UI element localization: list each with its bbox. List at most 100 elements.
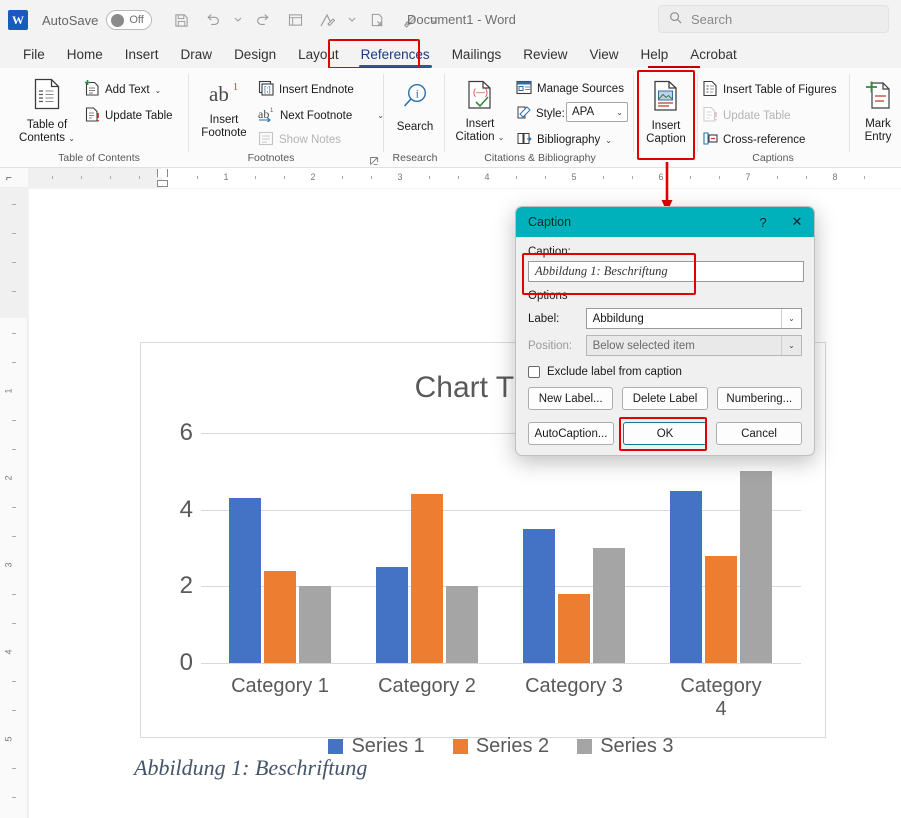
label-row: Label: Abbildung ⌄ [528, 308, 802, 329]
dialog-buttons-row-1: New Label... Delete Label Numbering... [528, 387, 802, 410]
track-changes-dropdown-icon[interactable] [344, 6, 360, 34]
update-table-toc-button[interactable]: Update Table [84, 106, 173, 126]
chevron-down-icon: ⌄ [377, 111, 384, 120]
citation-style-row: Style: [516, 105, 565, 123]
bar-s1-c2[interactable] [376, 567, 408, 663]
mark-entry-button[interactable]: Mark Entry [856, 80, 900, 144]
undo-dropdown-icon[interactable] [230, 6, 246, 34]
insert-table-of-figures-button[interactable]: Insert Table of Figures [702, 80, 837, 99]
word-window: W AutoSave Off Document1 - Word Search F… [0, 0, 901, 818]
next-footnote-button[interactable]: ab 1 Next Footnote ⌄ [258, 106, 384, 125]
search-box[interactable]: Search [658, 5, 889, 33]
add-text-button[interactable]: Add Text ⌄ [84, 80, 161, 100]
tab-insert[interactable]: Insert [114, 43, 170, 66]
bar-s1-c3[interactable] [523, 528, 555, 663]
insert-citation-icon: (—) [467, 80, 493, 114]
tab-home[interactable]: Home [56, 43, 114, 66]
insert-table-of-figures-label: Insert Table of Figures [723, 83, 837, 96]
tab-review[interactable]: Review [512, 43, 578, 66]
numbering-button[interactable]: Numbering... [716, 387, 802, 410]
document-caption-text[interactable]: Abbildung 1: Beschriftung [134, 755, 367, 781]
insert-endnote-button[interactable]: [;] Insert Endnote [258, 80, 354, 99]
new-label-button[interactable]: New Label... [528, 387, 614, 410]
x-category-3: Category 3 [525, 675, 623, 697]
help-icon[interactable]: ? [746, 215, 780, 230]
table-of-contents-icon [34, 78, 60, 114]
tab-acrobat[interactable]: Acrobat [679, 43, 748, 66]
first-line-indent-marker[interactable] [157, 169, 168, 177]
insert-endnote-label: Insert Endnote [279, 83, 354, 96]
tab-stop-selector-icon[interactable]: ⌐ [6, 173, 12, 184]
tab-references[interactable]: References [350, 43, 441, 68]
bar-s3-c4[interactable] [740, 471, 772, 663]
bar-s3-c1[interactable] [299, 586, 331, 663]
bar-s3-c3[interactable] [593, 548, 625, 663]
close-icon[interactable]: ✕ [780, 214, 814, 230]
insert-citation-button[interactable]: (—) Insert Citation ⌄ [452, 80, 508, 144]
bar-s2-c3[interactable] [558, 594, 590, 663]
vertical-ruler[interactable]: 1 2 3 4 5 [0, 188, 28, 818]
tab-mailings[interactable]: Mailings [441, 43, 513, 66]
tab-layout[interactable]: Layout [287, 43, 350, 66]
left-indent-marker[interactable] [157, 180, 168, 187]
svg-text:(—): (—) [473, 87, 488, 97]
autosave-toggle[interactable]: Off [106, 10, 153, 30]
exclude-label-text: Exclude label from caption [547, 366, 682, 378]
insert-footnote-label-line1: Insert [209, 114, 239, 126]
tab-design[interactable]: Design [223, 43, 287, 66]
bar-s1-c4[interactable] [670, 490, 702, 663]
caption-dialog-body: Caption: Abbildung 1: Beschriftung Optio… [516, 237, 814, 451]
table-of-contents-button[interactable]: Table of Contents ⌄ [14, 78, 80, 145]
bar-s2-c1[interactable] [264, 571, 296, 663]
legend-item-series-2[interactable]: Series 2 [452, 735, 549, 758]
bibliography-icon [516, 131, 532, 149]
bar-s2-c2[interactable] [411, 494, 443, 663]
redo-icon[interactable] [248, 6, 278, 34]
chevron-down-icon: ⌄ [616, 107, 623, 117]
tab-file[interactable]: File [12, 43, 56, 66]
track-changes-icon[interactable] [312, 6, 342, 34]
citation-style-value: APA [572, 106, 595, 118]
insert-footnote-button[interactable]: ab 1 Insert Footnote [198, 80, 250, 140]
exclude-label-row[interactable]: Exclude label from caption [528, 366, 802, 378]
show-notes-button: Show Notes [258, 131, 341, 149]
save-icon[interactable] [166, 6, 196, 34]
label-dropdown[interactable]: Abbildung ⌄ [585, 308, 802, 329]
insert-citation-label-line1: Insert [465, 118, 495, 130]
bibliography-button[interactable]: Bibliography ⌄ [516, 131, 612, 149]
style-icon [516, 105, 531, 123]
tab-help[interactable]: Help [630, 43, 680, 66]
caption-field-highlight [522, 253, 696, 295]
reject-change-icon[interactable] [362, 6, 392, 34]
caption-dialog[interactable]: Caption ? ✕ Caption: Abbildung 1: Beschr… [515, 206, 815, 456]
manage-sources-button[interactable]: Manage Sources [516, 80, 624, 98]
bar-s3-c2[interactable] [446, 586, 478, 663]
touch-mode-icon[interactable] [280, 6, 310, 34]
horizontal-ruler[interactable]: ⌐ 1 2 3 4 5 6 7 8 [0, 168, 901, 188]
position-field-label: Position: [528, 339, 573, 352]
autocaption-button[interactable]: AutoCaption... [528, 422, 614, 445]
update-table-icon [84, 106, 100, 126]
legend-item-series-3[interactable]: Series 3 [577, 735, 674, 758]
undo-icon[interactable] [198, 6, 228, 34]
hruler-num-5: 5 [571, 172, 577, 182]
cross-reference-button[interactable]: Cross-reference [702, 131, 805, 149]
tab-view[interactable]: View [578, 43, 629, 66]
bar-s1-c1[interactable] [229, 498, 261, 663]
y-tick-6: 6 [179, 419, 193, 446]
tab-draw[interactable]: Draw [170, 43, 224, 66]
svg-text:ab: ab [258, 107, 269, 121]
y-tick-2: 2 [179, 572, 193, 600]
y-tick-4: 4 [179, 495, 193, 523]
word-logo-icon: W [8, 10, 28, 30]
delete-label-button[interactable]: Delete Label [622, 387, 708, 410]
bar-s2-c4[interactable] [705, 555, 737, 663]
svg-text:1: 1 [233, 82, 238, 93]
position-dropdown[interactable]: Below selected item ⌄ [585, 335, 802, 356]
exclude-label-checkbox[interactable] [528, 366, 540, 378]
cancel-button[interactable]: Cancel [716, 422, 802, 445]
research-search-button[interactable]: i Search [390, 82, 440, 134]
x-category-4: Category 4 [680, 675, 762, 720]
citation-style-dropdown[interactable]: APA ⌄ [566, 102, 628, 122]
group-label-captions: Captions [752, 152, 794, 164]
